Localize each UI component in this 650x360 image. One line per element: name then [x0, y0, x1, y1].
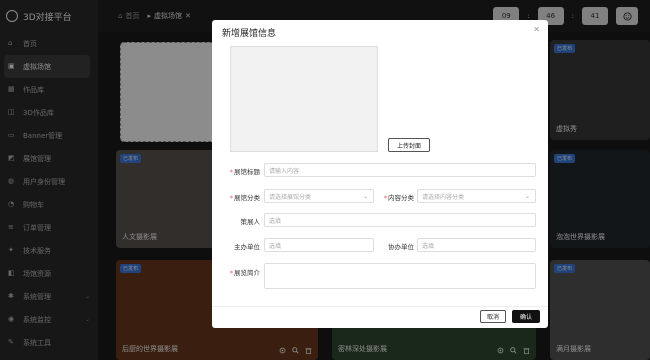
dialog-title: 新增展馆信息: [222, 29, 277, 39]
upload-cover-button[interactable]: 上传封面: [388, 138, 430, 152]
intro-label: *展览简介: [229, 269, 260, 277]
divider: [212, 306, 548, 307]
co-host-input[interactable]: 选填: [417, 238, 536, 252]
curator-label: 策展人: [240, 218, 261, 226]
add-venue-dialog: 新增展馆信息 ✕ 上传封面 *展馆标题 请输入内容 *展馆分类 请选择展馆分类 ⌄…: [212, 20, 548, 328]
content-label: *内容分类: [383, 194, 414, 202]
host-input[interactable]: 选填: [264, 238, 374, 252]
chevron-down-icon: ⌄: [362, 192, 368, 200]
cancel-button[interactable]: 取消: [480, 310, 506, 323]
name-input[interactable]: 请输入内容: [264, 163, 536, 177]
confirm-button[interactable]: 确认: [512, 310, 540, 323]
category-label: *展馆分类: [229, 194, 260, 202]
cover-preview: [230, 46, 378, 152]
chevron-down-icon: ⌄: [524, 192, 530, 200]
intro-textarea[interactable]: [264, 263, 536, 289]
category-select[interactable]: 请选择展馆分类 ⌄: [264, 189, 374, 203]
co-host-label: 协办单位: [388, 243, 414, 251]
name-label: *展馆标题: [229, 168, 260, 176]
content-select[interactable]: 请选择内容分类 ⌄: [417, 189, 536, 203]
host-label: 主办单位: [234, 243, 260, 251]
curator-input[interactable]: 选填: [264, 213, 536, 227]
close-icon[interactable]: ✕: [533, 25, 540, 34]
